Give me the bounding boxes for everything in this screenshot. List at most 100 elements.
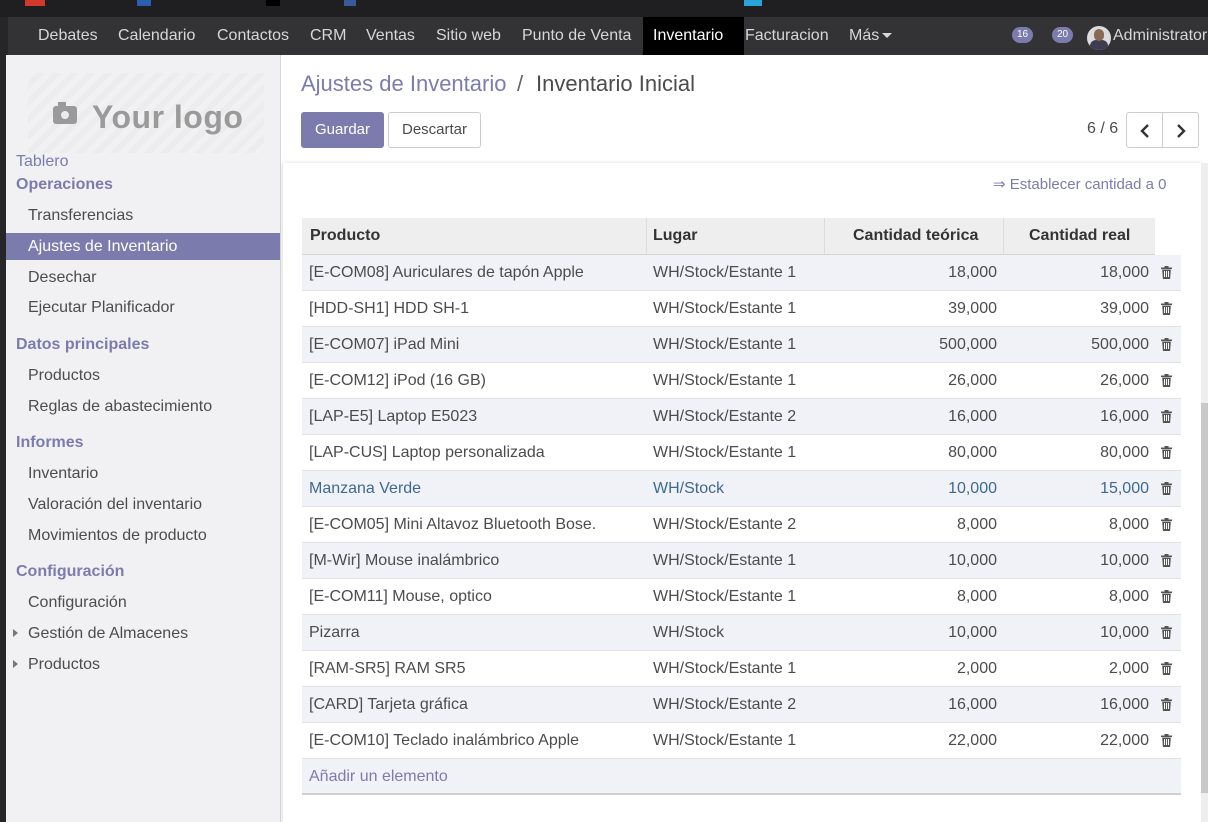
add-line-link[interactable]: Añadir un elemento xyxy=(309,759,448,795)
cell-product[interactable]: [E-COM10] Teclado inalámbrico Apple xyxy=(309,723,579,759)
table-row[interactable]: [RAM-SR5] RAM SR5 WH/Stock/Estante 1 2,000… xyxy=(302,651,1181,687)
table-row[interactable]: Pizarra WH/Stock 10,000 10,000 xyxy=(302,615,1181,651)
trash-icon[interactable] xyxy=(1161,338,1172,351)
cell-real-qty[interactable]: 10,000 xyxy=(1014,543,1149,579)
cell-location[interactable]: WH/Stock/Estante 2 xyxy=(653,687,796,723)
table-row[interactable]: [E-COM12] iPod (16 GB) WH/Stock/Estante 1… xyxy=(302,363,1181,399)
trash-icon[interactable] xyxy=(1161,266,1172,279)
pager-next-button[interactable] xyxy=(1162,112,1199,148)
cell-location[interactable]: WH/Stock/Estante 1 xyxy=(653,363,796,399)
sidebar-item-tablero[interactable]: Tablero xyxy=(16,153,68,171)
trash-icon[interactable] xyxy=(1161,302,1172,315)
company-logo[interactable]: Your logo xyxy=(28,73,264,153)
scrollbar-thumb[interactable] xyxy=(1201,403,1208,793)
cell-real-qty[interactable]: 16,000 xyxy=(1014,687,1149,723)
table-row[interactable]: Manzana Verde WH/Stock 10,000 15,000 xyxy=(302,471,1181,507)
cell-product[interactable]: [E-COM07] iPad Mini xyxy=(309,327,459,363)
cell-real-qty[interactable]: 39,000 xyxy=(1014,291,1149,327)
menu-punto-de-venta[interactable]: Punto de Venta xyxy=(512,17,641,55)
menu-sitio-web[interactable]: Sitio web xyxy=(426,17,511,55)
cell-product[interactable]: [RAM-SR5] RAM SR5 xyxy=(309,651,465,687)
menu-contactos[interactable]: Contactos xyxy=(207,17,299,55)
menu-calendario[interactable]: Calendario xyxy=(108,17,205,55)
table-row[interactable]: [E-COM07] iPad Mini WH/Stock/Estante 1 500… xyxy=(302,327,1181,363)
menu-facturacion[interactable]: Facturacion xyxy=(735,17,839,55)
cell-product[interactable]: Manzana Verde xyxy=(309,471,421,507)
cell-real-qty[interactable]: 22,000 xyxy=(1014,723,1149,759)
menu-inventario[interactable]: Inventario xyxy=(643,17,744,55)
activity-badge[interactable]: 16 xyxy=(1012,27,1034,43)
cell-product[interactable]: [LAP-E5] Laptop E5023 xyxy=(309,399,477,435)
scrollbar[interactable] xyxy=(1201,163,1208,822)
cell-product[interactable]: [E-COM11] Mouse, optico xyxy=(309,579,492,615)
cell-product[interactable]: [E-COM08] Auriculares de tapón Apple xyxy=(309,255,584,291)
cell-real-qty[interactable]: 80,000 xyxy=(1014,435,1149,471)
sidebar-item-productos[interactable]: Productos xyxy=(6,362,280,389)
table-row[interactable]: [HDD-SH1] HDD SH-1 WH/Stock/Estante 1 39,0… xyxy=(302,291,1181,327)
column-producto[interactable]: Producto xyxy=(310,218,380,254)
cell-real-qty[interactable]: 2,000 xyxy=(1014,651,1149,687)
cell-product[interactable]: [M-Wir] Mouse inalámbrico xyxy=(309,543,499,579)
trash-icon[interactable] xyxy=(1161,554,1172,567)
sidebar-item-gestion-almacenes[interactable]: Gestión de Almacenes xyxy=(6,620,280,647)
table-row[interactable]: [LAP-CUS] Laptop personalizada WH/Stock/E… xyxy=(302,435,1181,471)
sidebar-item-transferencias[interactable]: Transferencias xyxy=(6,202,280,229)
sidebar-item-inventario[interactable]: Inventario xyxy=(6,460,280,487)
cell-real-qty[interactable]: 10,000 xyxy=(1014,615,1149,651)
cell-real-qty[interactable]: 26,000 xyxy=(1014,363,1149,399)
trash-icon[interactable] xyxy=(1161,374,1172,387)
cell-location[interactable]: WH/Stock/Estante 1 xyxy=(653,723,796,759)
table-row[interactable]: [CARD] Tarjeta gráfica WH/Stock/Estante 2… xyxy=(302,687,1181,723)
column-cantidad-real[interactable]: Cantidad real xyxy=(1029,218,1130,254)
trash-icon[interactable] xyxy=(1161,662,1172,675)
trash-icon[interactable] xyxy=(1161,482,1172,495)
sidebar-item-productos-config[interactable]: Productos xyxy=(6,651,280,678)
menu-mas[interactable]: Más xyxy=(839,17,902,55)
set-quantity-zero-link[interactable]: ⇒ Establecer cantidad a 0 xyxy=(993,175,1167,193)
bookmark-icon[interactable] xyxy=(744,0,762,6)
avatar[interactable] xyxy=(1087,26,1111,50)
bookmark-icon[interactable] xyxy=(344,0,356,6)
table-row[interactable]: [M-Wir] Mouse inalámbrico WH/Stock/Estant… xyxy=(302,543,1181,579)
cell-real-qty[interactable]: 16,000 xyxy=(1014,399,1149,435)
column-cantidad-teorica[interactable]: Cantidad teórica xyxy=(853,218,978,254)
cell-location[interactable]: WH/Stock/Estante 1 xyxy=(653,579,796,615)
save-button[interactable]: Guardar xyxy=(301,112,384,148)
menu-debates[interactable]: Debates xyxy=(28,17,108,55)
sidebar-item-movimientos[interactable]: Movimientos de producto xyxy=(6,522,280,549)
bookmark-icon[interactable] xyxy=(25,0,45,6)
sidebar-item-ejecutar-planificador[interactable]: Ejecutar Planificador xyxy=(6,294,280,321)
sidebar-item-desechar[interactable]: Desechar xyxy=(6,264,280,291)
cell-real-qty[interactable]: 500,000 xyxy=(1014,327,1149,363)
cell-real-qty[interactable]: 18,000 xyxy=(1014,255,1149,291)
bookmark-icon[interactable] xyxy=(137,0,151,6)
discard-button[interactable]: Descartar xyxy=(388,112,481,148)
cell-product[interactable]: [E-COM12] iPod (16 GB) xyxy=(309,363,486,399)
table-row[interactable]: [LAP-E5] Laptop E5023 WH/Stock/Estante 2 1… xyxy=(302,399,1181,435)
breadcrumb-parent[interactable]: Ajustes de Inventario xyxy=(301,71,506,97)
cell-product[interactable]: [CARD] Tarjeta gráfica xyxy=(309,687,468,723)
sidebar-item-reglas-abastecimiento[interactable]: Reglas de abastecimiento xyxy=(6,393,280,420)
cell-real-qty[interactable]: 8,000 xyxy=(1014,579,1149,615)
trash-icon[interactable] xyxy=(1161,626,1172,639)
cell-real-qty[interactable]: 8,000 xyxy=(1014,507,1149,543)
cell-location[interactable]: WH/Stock/Estante 1 xyxy=(653,435,796,471)
cell-product[interactable]: Pizarra xyxy=(309,615,360,651)
table-row[interactable]: [E-COM10] Teclado inalámbrico Apple WH/St… xyxy=(302,723,1181,759)
trash-icon[interactable] xyxy=(1161,698,1172,711)
user-menu[interactable]: Administrator xyxy=(1113,17,1207,55)
menu-ventas[interactable]: Ventas xyxy=(356,17,425,55)
sidebar-item-valoracion[interactable]: Valoración del inventario xyxy=(6,491,280,518)
cell-location[interactable]: WH/Stock xyxy=(653,471,724,507)
trash-icon[interactable] xyxy=(1161,410,1172,423)
trash-icon[interactable] xyxy=(1161,518,1172,531)
table-row[interactable]: [E-COM08] Auriculares de tapón Apple WH/S… xyxy=(302,255,1181,291)
sidebar-item-configuracion[interactable]: Configuración xyxy=(6,589,280,616)
cell-location[interactable]: WH/Stock/Estante 1 xyxy=(653,651,796,687)
cell-location[interactable]: WH/Stock/Estante 2 xyxy=(653,399,796,435)
column-lugar[interactable]: Lugar xyxy=(653,218,697,254)
cell-location[interactable]: WH/Stock/Estante 1 xyxy=(653,543,796,579)
trash-icon[interactable] xyxy=(1161,734,1172,747)
cell-product[interactable]: [HDD-SH1] HDD SH-1 xyxy=(309,291,469,327)
table-row[interactable]: [E-COM05] Mini Altavoz Bluetooth Bose. WH… xyxy=(302,507,1181,543)
